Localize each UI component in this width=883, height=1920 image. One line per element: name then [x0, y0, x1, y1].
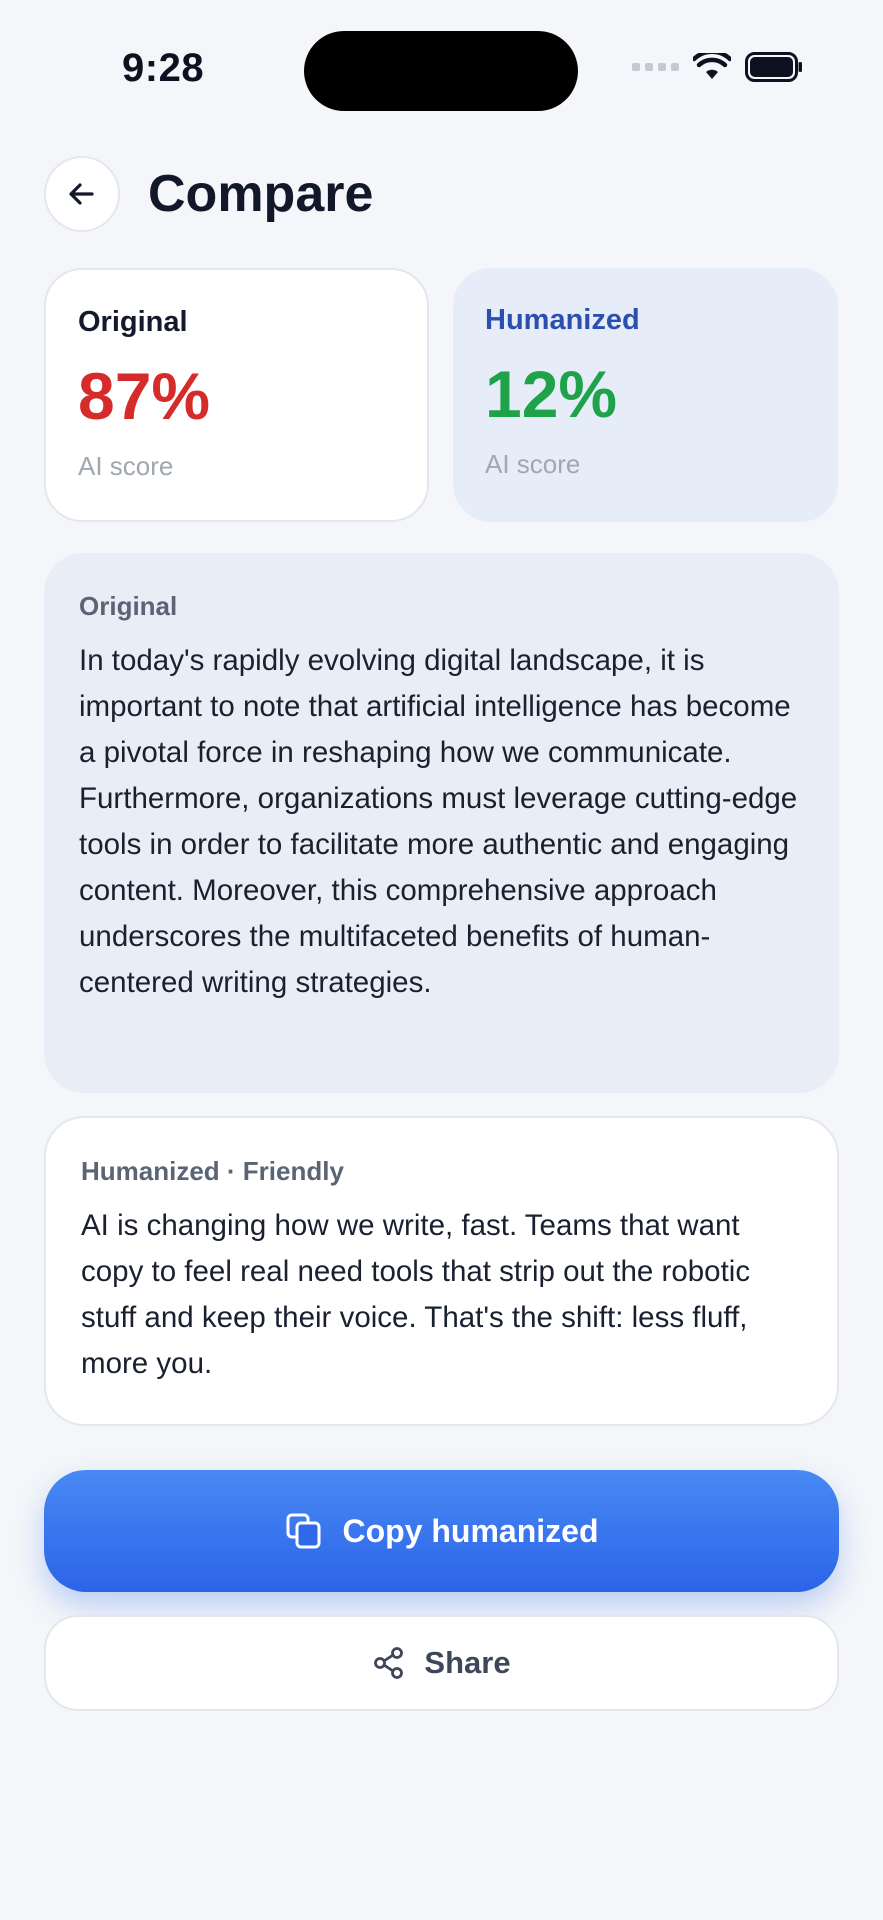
humanized-score-title: Humanized [485, 304, 640, 336]
humanized-text-label: Humanized · Friendly [81, 1156, 344, 1186]
cellular-signal-icon [632, 63, 679, 71]
wifi-icon [693, 53, 731, 79]
dynamic-island [304, 31, 578, 111]
original-text-card: Original In today's rapidly evolving dig… [44, 553, 839, 1093]
original-score-card: Original 87% AI score [44, 268, 429, 522]
status-icons [632, 52, 803, 82]
header: Compare [44, 155, 373, 233]
page-title: Compare [148, 165, 374, 223]
copy-humanized-button[interactable]: Copy humanized [44, 1470, 839, 1592]
original-text-label: Original [79, 591, 178, 621]
humanized-text-card: Humanized · Friendly AI is changing how … [44, 1116, 839, 1426]
status-time: 9:28 [122, 46, 205, 90]
share-icon [372, 1646, 406, 1680]
battery-icon [745, 52, 802, 82]
humanized-score-card: Humanized 12% AI score [453, 268, 838, 522]
copy-icon [284, 1511, 324, 1551]
copy-humanized-label: Copy humanized [342, 1512, 599, 1549]
status-bar: 9:28 [0, 0, 883, 140]
original-score-value: 87% [78, 359, 211, 433]
arrow-left-icon [69, 183, 94, 205]
humanized-text-body: AI is changing how we write, fast. Teams… [81, 1209, 751, 1380]
original-score-caption: AI score [78, 451, 174, 481]
original-score-title: Original [78, 306, 188, 338]
humanized-score-value: 12% [485, 357, 618, 431]
back-button[interactable] [44, 156, 120, 232]
share-label: Share [424, 1645, 511, 1680]
humanized-score-caption: AI score [485, 449, 581, 479]
share-button[interactable]: Share [44, 1615, 839, 1711]
original-text-body: In today's rapidly evolving digital land… [79, 644, 798, 999]
